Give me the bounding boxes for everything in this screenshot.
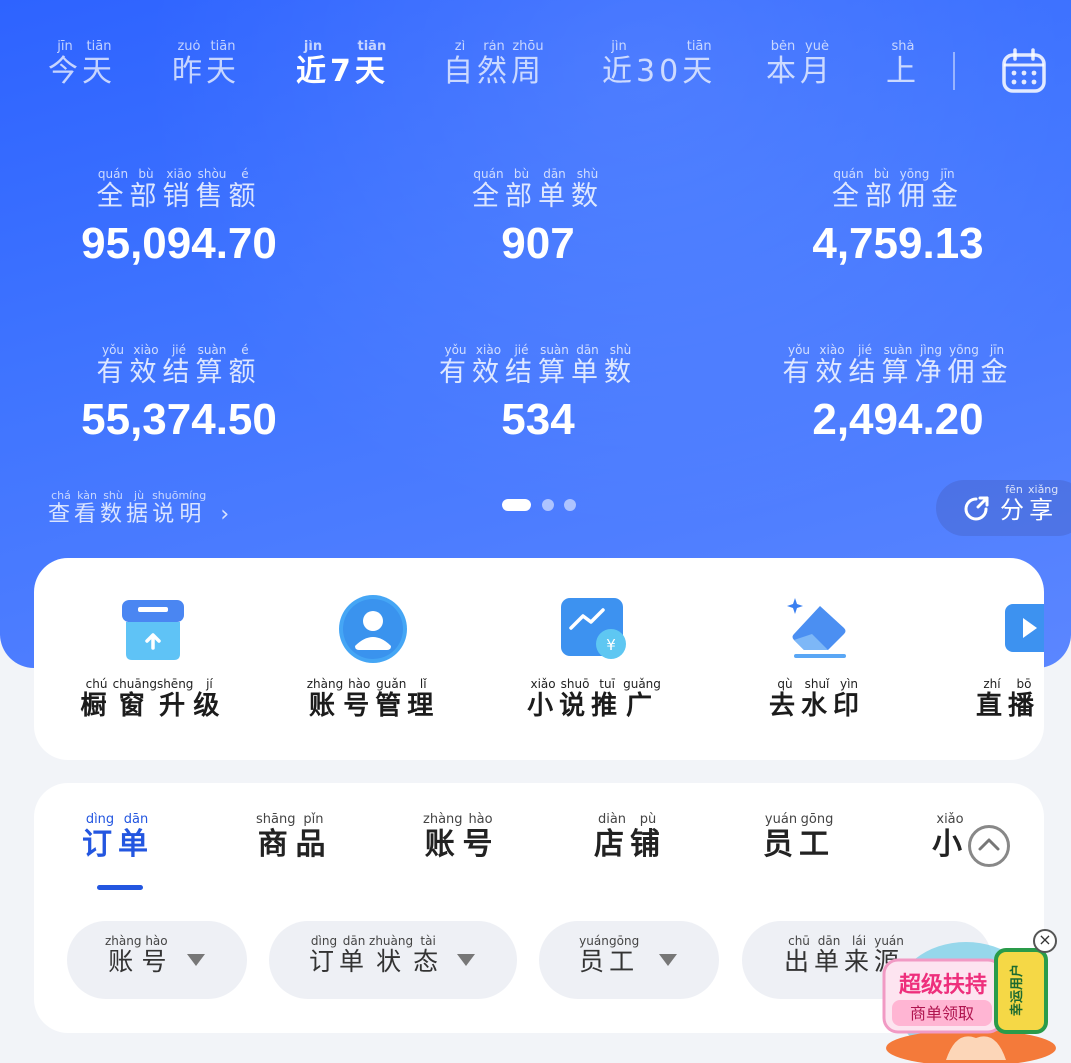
promo-tag: 幸运用户 bbox=[1009, 964, 1025, 1016]
filter-label: 员yuán工gōng bbox=[579, 934, 640, 976]
filter-label: 账zhàng号hào bbox=[105, 934, 172, 976]
chevron-up-icon bbox=[978, 838, 1000, 851]
metric-label: 有yǒu效xiào结jié算suàn净jìng佣yōng金jīn bbox=[782, 343, 1014, 388]
collapse-tabs-button[interactable] bbox=[968, 825, 1010, 867]
tab-orders[interactable]: 订dìng单dān bbox=[82, 812, 154, 863]
filter-account[interactable]: 账zhàng号hào bbox=[67, 921, 247, 999]
metric-total-orders: 全quán部bù单dān数shù 907 bbox=[373, 167, 703, 269]
metric-settled-sales: 有yǒu效xiào结jié算suàn额é 55,374.50 bbox=[14, 343, 344, 445]
metric-value: 2,494.20 bbox=[812, 395, 984, 444]
quick-tools-card: 橱chú窗chuāng升shēng级jí 账zhàng号hào管guǎn理lǐ … bbox=[34, 558, 1044, 760]
period-tabs: 今jīn天tiān 昨zuó天tiān 近jìn7天tiān 自zì然rán周z… bbox=[0, 40, 950, 100]
tool-live-stream[interactable]: 直zhí播bō bbox=[939, 594, 1044, 722]
period-tab-yesterday[interactable]: 昨zuó天tiān bbox=[172, 40, 240, 90]
account-icon bbox=[338, 594, 408, 664]
metric-value: 55,374.50 bbox=[81, 395, 277, 444]
tool-account-management[interactable]: 账zhàng号hào管guǎn理lǐ bbox=[273, 594, 473, 722]
tool-label: 直zhí播bō bbox=[976, 677, 1041, 721]
close-icon[interactable]: × bbox=[1033, 929, 1057, 953]
carousel-dot[interactable] bbox=[564, 499, 576, 511]
metric-value: 907 bbox=[501, 219, 575, 268]
promo-title: 超级扶持 bbox=[899, 972, 987, 998]
share-button[interactable]: 分fēn享xiǎng bbox=[936, 480, 1071, 536]
live-icon bbox=[1005, 594, 1044, 664]
metric-label: 全quán部bù销xiāo售shòu额é bbox=[96, 167, 262, 212]
filter-order-status[interactable]: 订dìng单dān状zhuàng态tài bbox=[269, 921, 517, 999]
period-tab-last-7-days[interactable]: 近jìn7天tiān bbox=[296, 40, 389, 90]
tab-more[interactable]: 小xiǎo bbox=[932, 812, 968, 863]
eraser-icon bbox=[782, 594, 852, 664]
tabs-divider bbox=[953, 52, 955, 90]
active-tab-indicator bbox=[97, 885, 143, 890]
tool-label: 去qù水shuǐ印yìn bbox=[768, 677, 866, 721]
tool-label: 小xiǎo说shuō推tuī广guǎng bbox=[527, 677, 661, 721]
tool-remove-watermark[interactable]: 去qù水shuǐ印yìn bbox=[717, 594, 917, 722]
dropdown-caret-icon bbox=[187, 954, 205, 966]
metric-value: 4,759.13 bbox=[812, 219, 984, 268]
period-tab-today[interactable]: 今jīn天tiān bbox=[48, 40, 116, 90]
dropdown-caret-icon bbox=[659, 954, 677, 966]
novel-promo-icon: ¥ bbox=[559, 594, 629, 664]
metric-label: 有yǒu效xiào结jié算suàn额é bbox=[96, 343, 262, 388]
filter-label: 订dìng单dān状zhuàng态tài bbox=[309, 934, 444, 976]
period-tab-last-30-days[interactable]: 近jìn30天tiān bbox=[602, 40, 716, 90]
tab-accounts[interactable]: 账zhàng号hào bbox=[423, 812, 499, 863]
tool-label: 账zhàng号hào管guǎn理lǐ bbox=[306, 677, 440, 721]
share-label: 分fēn享xiǎng bbox=[1000, 483, 1059, 524]
carousel-dot-active[interactable] bbox=[502, 499, 531, 511]
carousel-dot[interactable] bbox=[542, 499, 554, 511]
metric-total-sales: 全quán部bù销xiāo售shòu额é 95,094.70 bbox=[14, 167, 344, 269]
tab-stores[interactable]: 店diàn铺pù bbox=[594, 812, 666, 863]
shop-upgrade-icon bbox=[118, 594, 188, 664]
metric-label: 全quán部bù佣yōng金jīn bbox=[832, 167, 964, 212]
period-tab-this-month[interactable]: 本běn月yuè bbox=[766, 40, 834, 90]
data-explanation-link[interactable]: 查chá看kàn数shù据jù说shuō明míng › bbox=[48, 489, 234, 528]
period-tab-natural-week[interactable]: 自zì然rán周zhōu bbox=[443, 40, 545, 90]
metric-value: 95,094.70 bbox=[81, 219, 277, 268]
metric-label: 有yǒu效xiào结jié算suàn单dān数shù bbox=[439, 343, 637, 388]
metric-label: 全quán部bù单dān数shù bbox=[472, 167, 604, 212]
dropdown-caret-icon bbox=[457, 954, 475, 966]
share-icon bbox=[962, 495, 990, 523]
metric-value: 534 bbox=[501, 395, 575, 444]
period-tab-last-month[interactable]: 上shà bbox=[886, 40, 920, 90]
filter-employee[interactable]: 员yuán工gōng bbox=[539, 921, 719, 999]
metric-settled-net-commission: 有yǒu效xiào结jié算suàn净jìng佣yōng金jīn 2,494.2… bbox=[733, 343, 1063, 445]
tool-showcase-upgrade[interactable]: 橱chú窗chuāng升shēng级jí bbox=[53, 594, 253, 722]
tool-novel-promotion[interactable]: ¥ 小xiǎo说shuō推tuī广guǎng bbox=[494, 594, 694, 722]
chevron-right-icon: › bbox=[220, 502, 234, 527]
metric-settled-orders: 有yǒu效xiào结jié算suàn单dān数shù 534 bbox=[373, 343, 703, 445]
tab-products[interactable]: 商shāng品pǐn bbox=[256, 812, 331, 863]
tool-label: 橱chú窗chuāng升shēng级jí bbox=[80, 677, 226, 721]
promo-subtitle: 商单领取 bbox=[910, 1004, 974, 1023]
svg-text:¥: ¥ bbox=[606, 636, 616, 654]
calendar-icon[interactable] bbox=[1000, 48, 1048, 94]
tab-employees[interactable]: 员yuán工gōng bbox=[763, 812, 835, 863]
metric-total-commission: 全quán部bù佣yōng金jīn 4,759.13 bbox=[733, 167, 1063, 269]
